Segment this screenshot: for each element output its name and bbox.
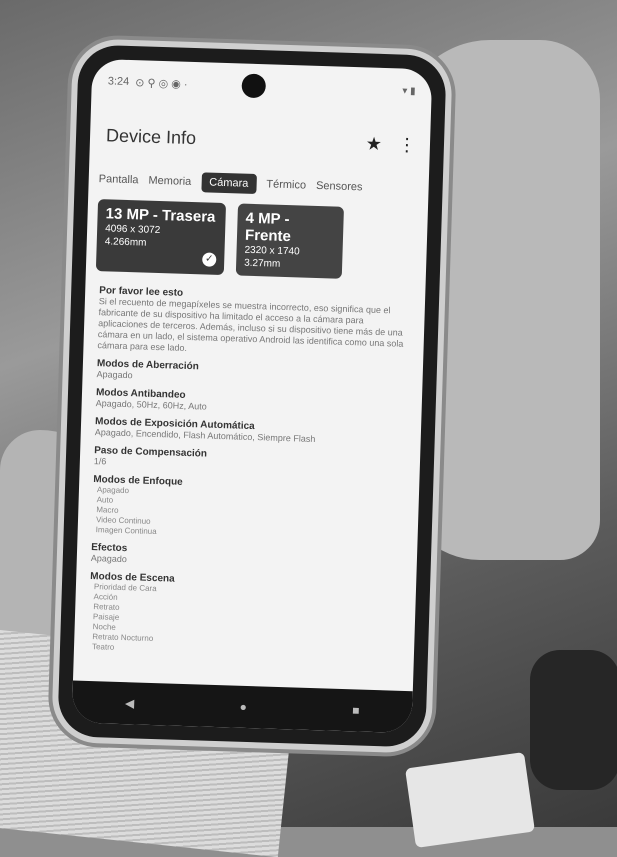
autoexposure-section: Modos de Exposición Automática Apagado, … [95, 416, 406, 448]
scene-section: Modos de Escena Prioridad de Cara Acción… [88, 571, 400, 662]
tab-termico[interactable]: Térmico [266, 178, 306, 191]
star-icon[interactable]: ★ [366, 133, 383, 154]
phone-screen: 3:24 ⊙ ⚲ ◎ ◉ · ▾ ▮ Device Info ★ ⋮ Panta… [71, 58, 433, 734]
home-icon[interactable]: ● [239, 700, 247, 714]
rear-camera-focal: 4.266mm [104, 236, 147, 249]
tab-pantalla[interactable]: Pantalla [99, 173, 139, 186]
phone: 3:24 ⊙ ⚲ ◎ ◉ · ▾ ▮ Device Info ★ ⋮ Panta… [57, 44, 447, 748]
camera-details: Por favor lee esto Si el recuento de meg… [87, 285, 409, 687]
back-icon[interactable]: ◀ [125, 696, 135, 710]
wifi-battery-icon: ▾ ▮ [402, 85, 416, 97]
more-menu-icon[interactable]: ⋮ [398, 134, 417, 156]
white-card [405, 752, 535, 848]
system-nav-bar: ◀ ● ■ [71, 680, 413, 734]
compensation-section: Paso de Compensación 1/6 [94, 445, 405, 477]
notification-icons: ⊙ ⚲ ◎ ◉ · [135, 76, 188, 91]
app-bar: Device Info ★ ⋮ [106, 119, 417, 161]
antibanding-section: Modos Antibandeo Apagado, 50Hz, 60Hz, Au… [96, 387, 407, 419]
effects-section: Efectos Apagado [91, 542, 402, 574]
tab-bar: Pantalla Memoria Cámara Térmico Sensores [98, 165, 429, 203]
rear-camera-card[interactable]: 13 MP - Trasera 4096 x 3072 4.266mm ✓ [95, 199, 227, 276]
notice-body: Si el recuento de megapíxeles se muestra… [97, 296, 404, 353]
tab-camara[interactable]: Cámara [200, 172, 257, 195]
aberration-section: Modos de Aberración Apagado [96, 358, 407, 390]
front-camera-card[interactable]: 4 MP - Frente 2320 x 1740 3.27mm [235, 203, 344, 279]
selected-check-icon: ✓ [202, 252, 217, 267]
app-title: Device Info [105, 124, 197, 148]
dark-object [530, 650, 617, 790]
recents-icon[interactable]: ■ [352, 703, 360, 717]
front-camera-focal: 3.27mm [243, 257, 281, 270]
camera-cards: 13 MP - Trasera 4096 x 3072 4.266mm ✓ 4 … [95, 199, 344, 279]
notice-section: Por favor lee esto Si el recuento de meg… [97, 285, 409, 361]
tab-sensores[interactable]: Sensores [316, 180, 363, 193]
front-camera-title: 4 MP - Frente [244, 209, 292, 246]
focus-section: Modos de Enfoque Apagado Auto Macro Vide… [92, 474, 404, 545]
status-time: 3:24 [107, 75, 130, 88]
tab-memoria[interactable]: Memoria [148, 175, 191, 188]
